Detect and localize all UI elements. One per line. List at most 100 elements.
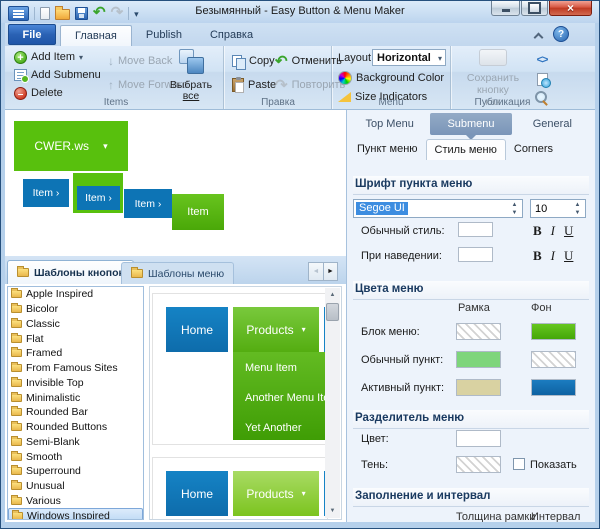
tab-top-menu[interactable]: Top Menu	[349, 113, 430, 135]
menu-button-cwer[interactable]: CWER.ws ▾	[14, 121, 128, 171]
menu-block-frame-swatch[interactable]	[456, 323, 501, 340]
list-item[interactable]: Apple Inspired	[8, 287, 143, 302]
folder-icon	[11, 335, 22, 343]
tab-file[interactable]: File	[8, 24, 56, 45]
list-item[interactable]: Various	[8, 494, 143, 509]
background-color-button[interactable]: Background Color	[336, 69, 446, 87]
spinner-icon[interactable]: ▲▼	[573, 201, 582, 217]
font-name-select[interactable]: Segoe UI ▲▼	[353, 199, 523, 218]
font-size-select[interactable]: 10 ▲▼	[530, 199, 586, 218]
list-item[interactable]: Rounded Buttons	[8, 420, 143, 435]
active-item-bg-swatch[interactable]	[531, 379, 576, 396]
paste-icon	[232, 78, 244, 92]
list-item-selected[interactable]: Windows Inspired	[8, 508, 143, 520]
submenu-item-2[interactable]: Item ›	[77, 186, 120, 210]
paste-button[interactable]: Paste	[230, 76, 278, 94]
preview-scrollbar[interactable]: ▲ ▼	[325, 288, 340, 518]
section-header-spacing: Заполнение и интервал	[353, 488, 589, 507]
list-item[interactable]: Flat	[8, 331, 143, 346]
tab-general[interactable]: General	[512, 113, 593, 135]
submenu-item-1[interactable]: Item ›	[23, 179, 69, 207]
close-button[interactable]: ×	[549, 1, 592, 16]
folder-label: Semi-Blank	[26, 436, 80, 448]
submenu-item-3[interactable]: Item ›	[124, 189, 172, 218]
ribbon-group-edit: Copy Paste Отменить Повторить Правка	[225, 46, 332, 109]
list-item[interactable]: Smooth	[8, 449, 143, 464]
left-area: CWER.ws ▾ Item › Item › Item › Item	[5, 110, 346, 522]
subtab-menu-item[interactable]: Пункт меню	[349, 139, 426, 160]
folder-icon	[11, 482, 22, 490]
copy-button[interactable]: Copy	[230, 52, 278, 70]
select-all-button[interactable]: Выбрать все	[161, 46, 221, 102]
chevron-down-icon: ▾	[302, 489, 306, 498]
minimize-button[interactable]	[491, 1, 520, 16]
help-button[interactable]: ?	[553, 26, 569, 42]
list-item[interactable]: Minimalistic	[8, 390, 143, 405]
scroll-tabs-right-icon[interactable]: ►	[323, 262, 338, 281]
underline-button[interactable]: U	[564, 248, 573, 264]
tab-home[interactable]: Главная	[60, 25, 132, 46]
add-item-button[interactable]: Add Item ▾	[12, 48, 103, 66]
scroll-down-icon[interactable]: ▼	[325, 504, 340, 518]
preview-home-button: Home	[166, 471, 228, 516]
normal-item-label: Обычный пункт:	[361, 354, 443, 366]
maximize-button[interactable]	[521, 1, 548, 16]
template-card[interactable]: Home Products ▾	[152, 457, 328, 520]
preview-dropdown: Menu Item Another Menu Item Yet Another	[233, 352, 327, 440]
dropdown-item: Yet Another	[245, 422, 301, 434]
list-item[interactable]: Framed	[8, 346, 143, 361]
separator-color-swatch[interactable]	[456, 430, 501, 447]
folder-icon	[11, 408, 22, 416]
active-item-frame-swatch[interactable]	[456, 379, 501, 396]
bold-button[interactable]: B	[533, 248, 542, 264]
separator-shadow-swatch[interactable]	[456, 456, 501, 473]
normal-style-color-swatch[interactable]	[458, 222, 493, 237]
italic-button[interactable]: I	[551, 248, 555, 264]
normal-style-row: Обычный стиль: B I U	[353, 222, 589, 240]
copy-label: Copy	[249, 55, 275, 67]
design-canvas[interactable]: CWER.ws ▾ Item › Item › Item › Item	[5, 110, 346, 256]
subtab-corners[interactable]: Corners	[506, 139, 561, 160]
menu-block-bg-swatch[interactable]	[531, 323, 576, 340]
list-item[interactable]: Classic	[8, 317, 143, 332]
html-code-icon[interactable]	[537, 50, 548, 68]
list-item[interactable]: Semi-Blank	[8, 435, 143, 450]
layout-value: Horizontal	[377, 52, 431, 64]
tab-button-templates[interactable]: Шаблоны кнопок	[7, 260, 134, 284]
menu-block-color-row: Блок меню:	[353, 323, 589, 343]
add-submenu-button[interactable]: Add Submenu	[12, 66, 103, 84]
folder-icon	[11, 394, 22, 402]
submenu-item-2-frame[interactable]: Item ›	[73, 173, 123, 213]
hover-style-color-swatch[interactable]	[458, 247, 493, 262]
scrollbar-thumb[interactable]	[326, 303, 339, 321]
tab-menu-templates[interactable]: Шаблоны меню	[121, 262, 234, 284]
scroll-up-icon[interactable]: ▲	[325, 288, 340, 302]
subtab-menu-style[interactable]: Стиль меню	[426, 139, 506, 160]
list-item[interactable]: Rounded Bar	[8, 405, 143, 420]
underline-button[interactable]: U	[564, 223, 573, 239]
show-separator-checkbox[interactable]	[513, 458, 525, 470]
template-card[interactable]: Home Products ▾ Menu Item Another Menu I…	[152, 293, 328, 445]
list-item[interactable]: Bicolor	[8, 302, 143, 317]
list-item[interactable]: Invisible Top	[8, 376, 143, 391]
list-item[interactable]: Unusual	[8, 479, 143, 494]
folder-icon	[11, 379, 22, 387]
normal-item-frame-swatch[interactable]	[456, 351, 501, 368]
add-icon	[14, 51, 27, 64]
list-item[interactable]: From Famous Sites	[8, 361, 143, 376]
submenu-item-4[interactable]: Item	[172, 194, 224, 230]
tab-help[interactable]: Справка	[196, 25, 267, 46]
list-item[interactable]: Superround	[8, 464, 143, 479]
normal-item-bg-swatch[interactable]	[531, 351, 576, 368]
bold-button[interactable]: B	[533, 223, 542, 239]
tab-submenu[interactable]: Submenu	[430, 113, 511, 135]
tab-publish[interactable]: Publish	[132, 25, 196, 46]
layout-select[interactable]: Horizontal ▾	[372, 49, 446, 66]
spinner-icon[interactable]: ▲▼	[510, 201, 519, 217]
page-globe-icon[interactable]	[537, 73, 548, 86]
folder-icon	[11, 364, 22, 372]
italic-button[interactable]: I	[551, 223, 555, 239]
item-label: Item ›	[85, 192, 112, 204]
collapse-ribbon-icon[interactable]	[533, 32, 543, 40]
folder-icon	[11, 438, 22, 446]
